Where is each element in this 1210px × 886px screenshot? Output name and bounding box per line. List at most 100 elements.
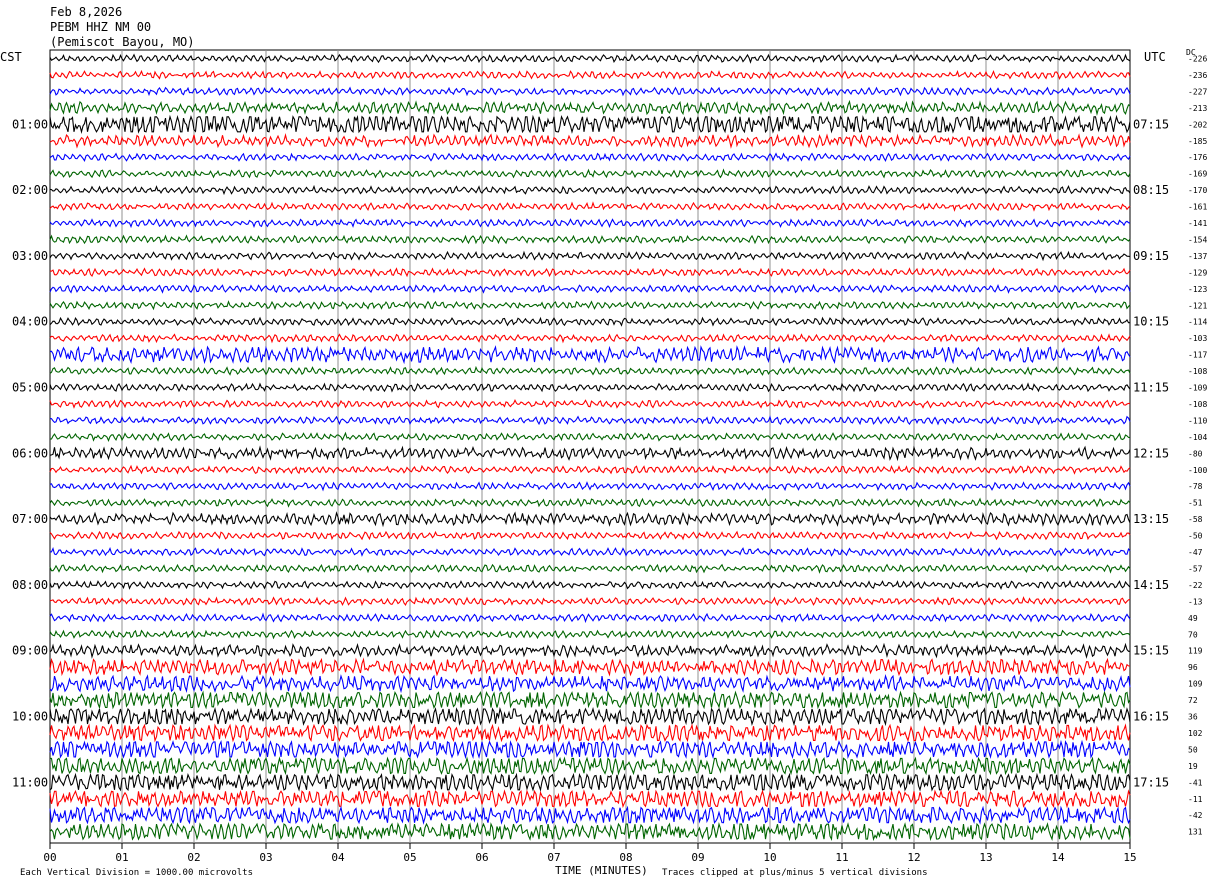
- dc-offset-label: -226: [1188, 55, 1207, 64]
- trace-29: [49, 530, 1131, 541]
- dc-offset-label: 72: [1188, 696, 1198, 705]
- trace-23: [49, 431, 1131, 442]
- cst-time-label: 11:00: [12, 775, 48, 789]
- utc-time-label: 07:15: [1133, 117, 1169, 131]
- dc-offset-label: -58: [1188, 515, 1203, 524]
- dc-offset-label: -236: [1188, 71, 1207, 80]
- trace-45: [49, 789, 1131, 809]
- dc-offset-label: 96: [1188, 663, 1198, 672]
- x-tick-label: 13: [979, 851, 992, 864]
- trace-41: [49, 723, 1131, 743]
- trace-5: [49, 132, 1131, 149]
- dc-offset-label: 36: [1188, 713, 1198, 722]
- trace-34: [49, 612, 1131, 624]
- trace-6: [49, 152, 1131, 163]
- trace-11: [49, 234, 1131, 245]
- trace-35: [49, 629, 1131, 640]
- trace-43: [50, 756, 1131, 776]
- trace-16: [49, 316, 1130, 327]
- cst-time-label: 09:00: [12, 644, 48, 658]
- dc-offset-label: -78: [1188, 482, 1203, 491]
- utc-time-label: 17:15: [1133, 775, 1169, 789]
- dc-offset-label: -51: [1188, 499, 1203, 508]
- dc-offset-label: 102: [1188, 729, 1203, 738]
- x-tick-label: 07: [547, 851, 560, 864]
- dc-offset-label: -42: [1188, 811, 1203, 820]
- dc-offset-label: -80: [1188, 449, 1203, 458]
- utc-time-label: 10:15: [1133, 315, 1169, 329]
- utc-time-label: 12:15: [1133, 446, 1169, 460]
- trace-14: [49, 283, 1131, 294]
- trace-12: [49, 250, 1131, 262]
- dc-offset-label: -170: [1188, 186, 1207, 195]
- cst-time-label: 02:00: [12, 183, 48, 197]
- utc-time-label: 16:15: [1133, 710, 1169, 724]
- seismogram-chart: 00 01 02 03 04 05 06 07 08 09 10 11 12 13 14 15 -226 -236…: [12, 49, 1207, 864]
- scale-note: Each Vertical Division = 1000.00 microvo…: [20, 868, 253, 878]
- dc-offset-label: -13: [1188, 597, 1203, 606]
- dc-offset-label: -154: [1188, 235, 1207, 244]
- dc-offset-label: -100: [1188, 466, 1207, 475]
- trace-20: [49, 382, 1131, 393]
- dc-offset-label: -202: [1188, 120, 1207, 129]
- dc-offset-label: -108: [1188, 400, 1207, 409]
- cst-time-label: 06:00: [12, 446, 48, 460]
- utc-time-label: 13:15: [1133, 512, 1169, 526]
- clip-note: Traces clipped at plus/minus 5 vertical …: [662, 868, 928, 878]
- dc-offset-label: 70: [1188, 630, 1198, 639]
- trace-7: [49, 168, 1131, 179]
- x-tick-label: 03: [259, 851, 272, 864]
- dc-offset-label: -57: [1188, 564, 1203, 573]
- trace-24: [49, 445, 1131, 462]
- utc-time-label: 09:15: [1133, 249, 1169, 263]
- dc-offset-label: -137: [1188, 252, 1207, 261]
- trace-26: [49, 481, 1131, 492]
- trace-46: [49, 805, 1131, 825]
- x-tick-label: 05: [403, 851, 416, 864]
- trace-42: [49, 739, 1131, 760]
- x-tick-label: 00: [43, 851, 56, 864]
- dc-offset-label: -121: [1188, 301, 1207, 310]
- x-tick-label: 11: [835, 851, 848, 864]
- trace-2: [49, 86, 1131, 97]
- dc-offset-label: 19: [1188, 762, 1198, 771]
- dc-offset-label: -141: [1188, 219, 1207, 228]
- trace-9: [49, 201, 1131, 212]
- x-tick-label: 01: [115, 851, 128, 864]
- utc-time-label: 08:15: [1133, 183, 1169, 197]
- x-axis-title: TIME (MINUTES): [555, 864, 648, 877]
- trace-8: [49, 184, 1131, 196]
- trace-22: [49, 415, 1131, 426]
- trace-27: [49, 497, 1131, 508]
- dc-offset-label: 131: [1188, 828, 1203, 837]
- dc-offset-label: -50: [1188, 532, 1203, 541]
- cst-time-label: 01:00: [12, 117, 48, 131]
- cst-time-label: 05:00: [12, 381, 48, 395]
- trace-10: [49, 218, 1131, 229]
- plot-frame: [49, 49, 1131, 844]
- x-tick-label: 08: [619, 851, 632, 864]
- x-tick-label: 09: [691, 851, 704, 864]
- dc-offset-label: -104: [1188, 433, 1207, 442]
- trace-39: [49, 690, 1131, 710]
- x-tick-label: 02: [187, 851, 200, 864]
- trace-30: [49, 547, 1131, 557]
- dc-offset-label: -109: [1188, 384, 1207, 393]
- trace-3: [49, 99, 1131, 116]
- trace-25: [49, 464, 1131, 475]
- trace-40: [49, 706, 1131, 727]
- utc-time-label: 15:15: [1133, 644, 1169, 658]
- cst-time-label: 10:00: [12, 710, 48, 724]
- x-tick-label: 04: [331, 851, 345, 864]
- dc-offset-label: 109: [1188, 680, 1203, 689]
- dc-offset-label: -169: [1188, 170, 1207, 179]
- trace-17: [49, 333, 1131, 344]
- x-tick-label: 06: [475, 851, 488, 864]
- dc-offset-label: -161: [1188, 203, 1207, 212]
- dc-offset-label: -47: [1188, 548, 1203, 557]
- dc-offset-label: -41: [1188, 778, 1203, 787]
- trace-0: [49, 53, 1131, 64]
- trace-44: [49, 772, 1131, 792]
- trace-32: [49, 579, 1131, 590]
- dc-offset-label: -227: [1188, 87, 1207, 96]
